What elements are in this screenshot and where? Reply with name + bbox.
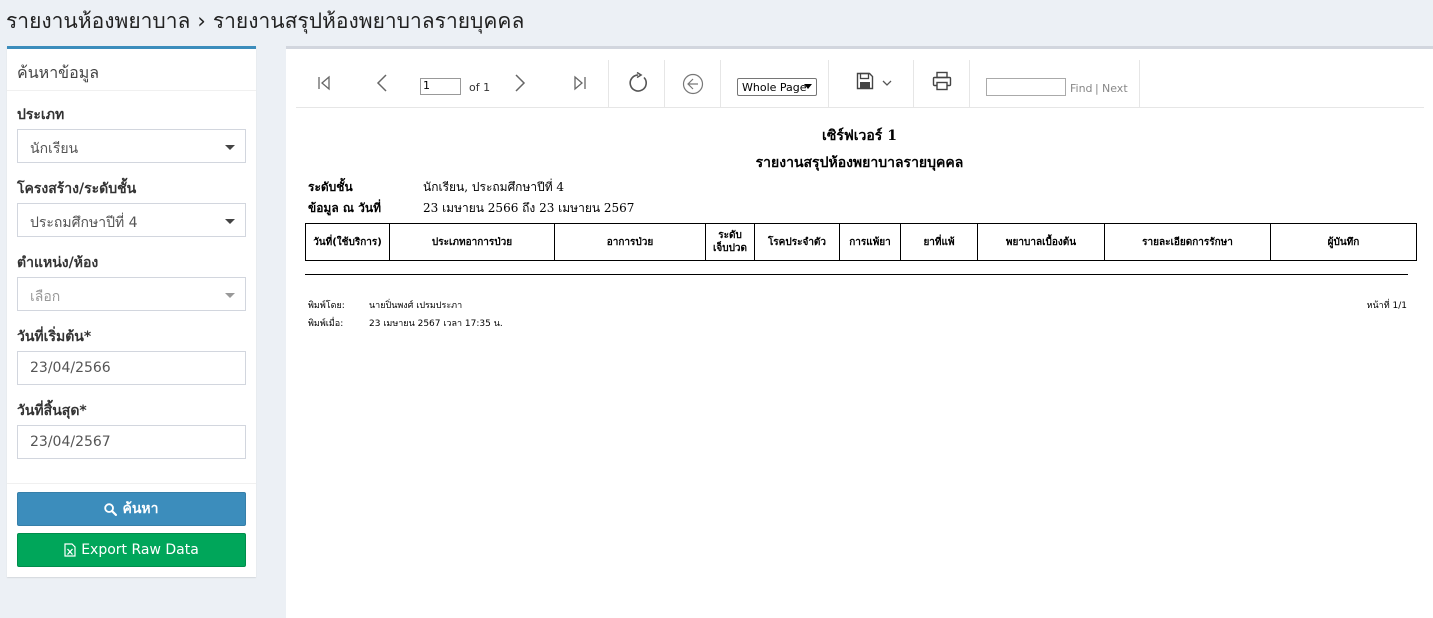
printed-by-label: พิมพ์โดย: [308, 301, 345, 311]
caret-down-icon [225, 293, 235, 298]
report-toolbar: 1 of 1 Whole Page Find | Next [296, 60, 1424, 108]
printed-by-value: นายปิ่นพงศ์ เปรมประภา [369, 301, 463, 311]
end-date-label: วันที่สิ้นสุด* [17, 403, 87, 419]
find-link[interactable]: Find [1070, 82, 1093, 95]
type-label: ประเภท [17, 107, 65, 123]
previous-page-icon[interactable] [376, 74, 388, 92]
first-page-icon[interactable] [316, 75, 332, 91]
breadcrumb-separator: › [197, 9, 206, 33]
print-group [914, 60, 970, 108]
report-divider [305, 274, 1408, 275]
breadcrumb: รายงานห้องพยาบาล › รายงานสรุปห้องพยาบาลราย… [6, 5, 524, 35]
search-panel: ค้นหาข้อมูล ประเภท นักเรียน โครงสร้าง/ระ… [7, 46, 256, 577]
type-select[interactable]: นักเรียน [17, 129, 246, 163]
structure-select-value: ประถมศึกษาปีที่ 4 [30, 215, 138, 231]
back-icon[interactable] [682, 73, 704, 95]
column-header: โรคประจำตัว [754, 223, 840, 261]
report-title: เซิร์ฟเวอร์ 1 [822, 128, 897, 144]
find-separator: | [1095, 82, 1099, 95]
zoom-group: Whole Page [721, 60, 829, 108]
report-table-header: วันที่(ใช้บริการ) ประเภทอาการป่วย อาการป… [305, 223, 1417, 261]
next-link[interactable]: Next [1102, 82, 1128, 95]
column-header: รายละเอียดการรักษา [1104, 223, 1271, 261]
report-subtitle: รายงานสรุปห้องพยาบาลรายบุคคล [755, 155, 964, 171]
type-select-value: นักเรียน [30, 141, 79, 157]
report-viewer: 1 of 1 Whole Page Find | Next เซิร์ฟเวอร… [286, 46, 1433, 618]
search-button-label: ค้นหา [122, 501, 159, 517]
save-icon[interactable] [856, 72, 874, 90]
column-header: ผู้บันทึก [1270, 223, 1417, 261]
level-label: ระดับชั้น [308, 180, 353, 194]
page-count-label: of 1 [469, 81, 491, 94]
column-header: ยาที่แพ้ [900, 223, 978, 261]
report-table: วันที่(ใช้บริการ) ประเภทอาการป่วย อาการป… [305, 223, 1417, 261]
start-date-label: วันที่เริ่มต้น* [17, 329, 92, 345]
page-navigation-group: 1 of 1 [296, 60, 609, 108]
excel-file-icon [64, 543, 76, 557]
refresh-icon[interactable] [627, 72, 649, 94]
print-icon[interactable] [932, 71, 952, 91]
date-range-value: 23 เมษายน 2566 ถึง 23 เมษายน 2567 [423, 201, 635, 215]
export-raw-data-button[interactable]: Export Raw Data [17, 533, 246, 567]
end-date-input[interactable]: 23/04/2567 [17, 425, 246, 459]
column-header: การแพ้ยา [839, 223, 901, 261]
room-select[interactable]: เลือก [17, 277, 246, 311]
caret-down-icon [225, 219, 235, 224]
back-group [665, 60, 721, 108]
refresh-group [609, 60, 665, 108]
find-group: Find | Next [970, 60, 1140, 108]
panel-divider [7, 483, 256, 484]
zoom-select[interactable]: Whole Page [737, 78, 817, 96]
level-value: นักเรียน, ประถมศึกษาปีที่ 4 [423, 180, 565, 194]
printed-at-label: พิมพ์เมื่อ: [308, 319, 344, 329]
page-number-input[interactable]: 1 [420, 78, 461, 95]
printed-at-value: 23 เมษายน 2567 เวลา 17:35 น. [369, 319, 503, 329]
column-header: ระดับ เจ็บปวด [705, 223, 755, 261]
zoom-select-value: Whole Page [742, 81, 807, 94]
date-range-label: ข้อมูล ณ วันที่ [308, 201, 382, 215]
export-button-label: Export Raw Data [81, 542, 199, 558]
search-button[interactable]: ค้นหา [17, 492, 246, 526]
search-icon [104, 502, 118, 516]
start-date-input[interactable]: 23/04/2566 [17, 351, 246, 385]
structure-select[interactable]: ประถมศึกษาปีที่ 4 [17, 203, 246, 237]
room-label: ตำแหน่ง/ห้อง [17, 255, 99, 271]
search-panel-title: ค้นหาข้อมูล [7, 49, 256, 91]
select-arrow-icon [804, 84, 812, 89]
structure-label: โครงสร้าง/ระดับชั้น [17, 181, 137, 197]
last-page-icon[interactable] [572, 75, 588, 91]
export-group [829, 60, 914, 108]
column-header: วันที่(ใช้บริการ) [305, 223, 390, 261]
next-page-icon[interactable] [514, 74, 526, 92]
page-title: รายงานสรุปห้องพยาบาลรายบุคคล [212, 9, 525, 33]
caret-down-icon [225, 145, 235, 150]
find-input[interactable] [986, 78, 1066, 96]
column-header: ประเภทอาการป่วย [389, 223, 555, 261]
page-number: หน้าที่ 1/1 [1366, 301, 1407, 311]
column-header: อาการป่วย [554, 223, 706, 261]
breadcrumb-section: รายงานห้องพยาบาล [6, 9, 191, 33]
column-header: พยาบาลเบื้องต้น [977, 223, 1105, 261]
chevron-down-icon[interactable] [882, 80, 892, 87]
room-select-placeholder: เลือก [30, 289, 61, 305]
